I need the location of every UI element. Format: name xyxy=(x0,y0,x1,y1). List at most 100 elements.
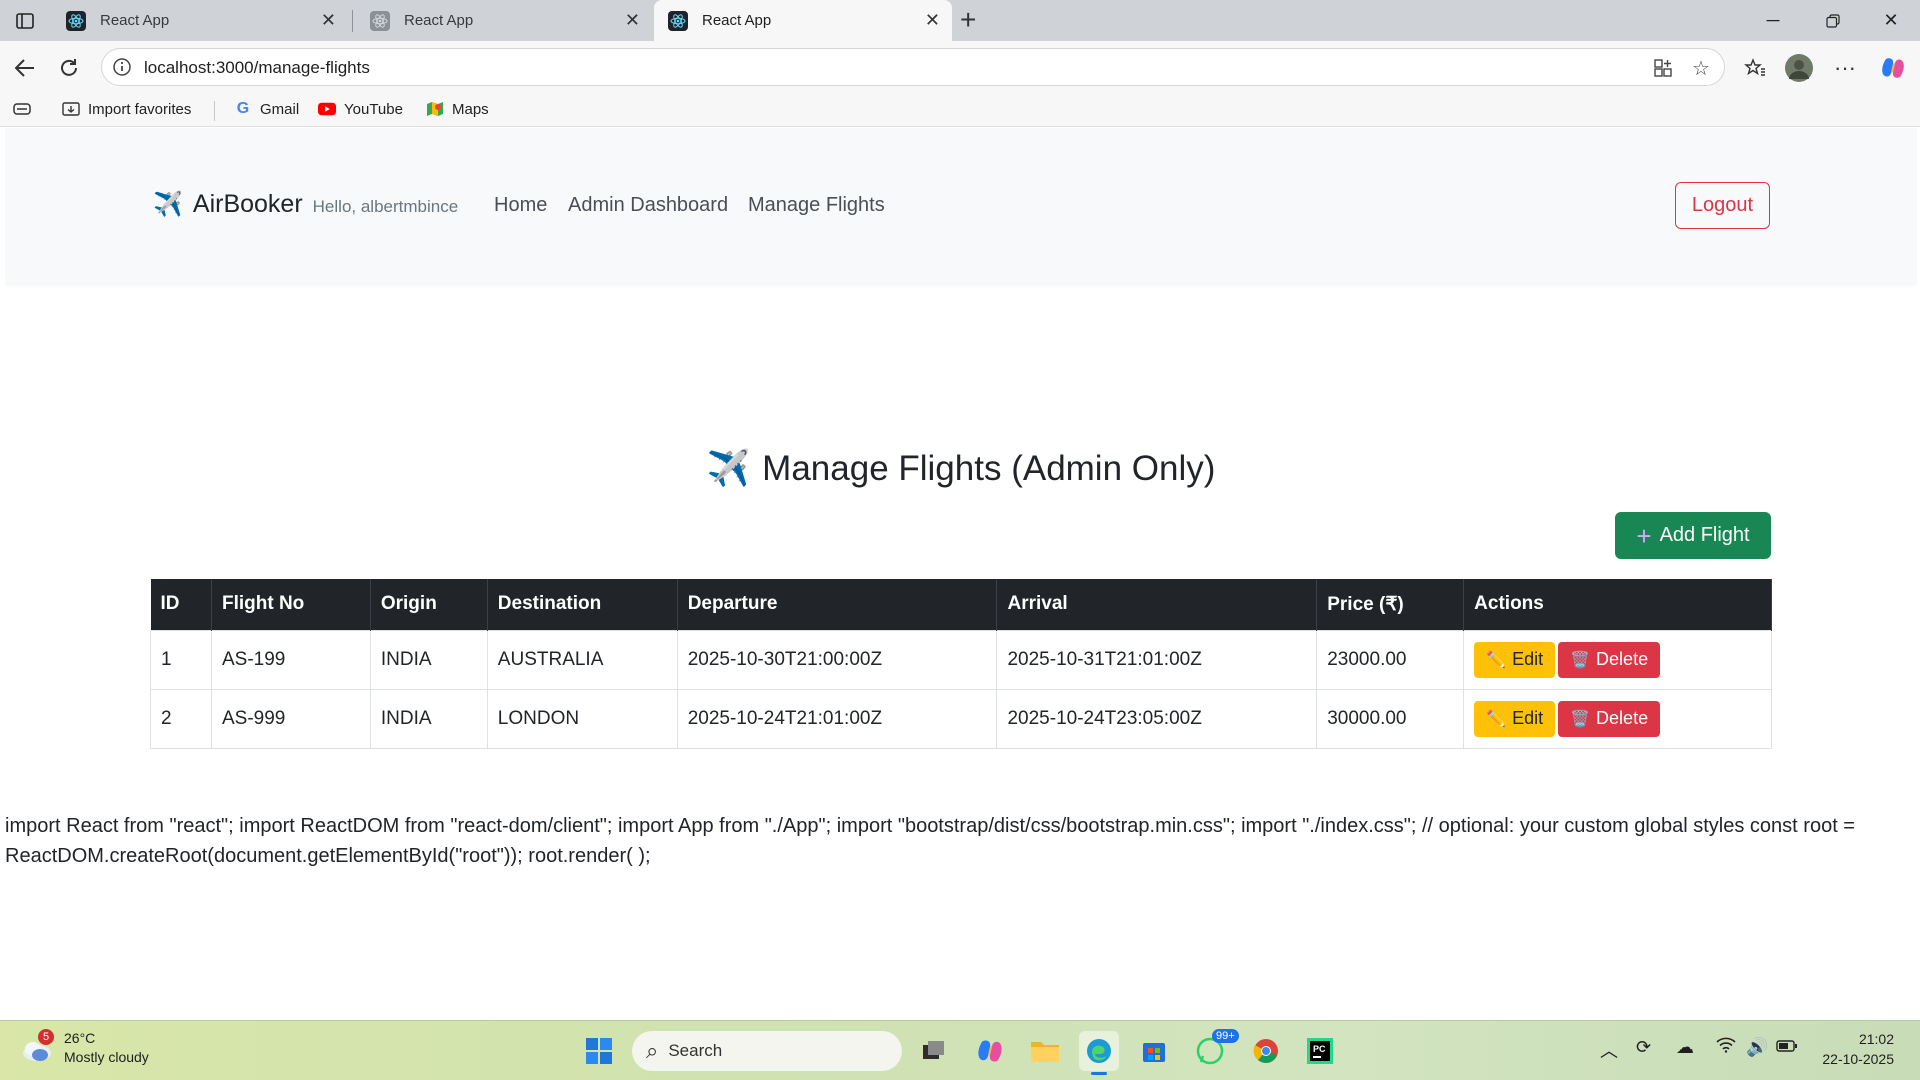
browser-tab-3-active[interactable]: React App ✕ xyxy=(654,0,952,41)
search-label: Search xyxy=(668,1041,723,1060)
nav-link-admin-dashboard[interactable]: Admin Dashboard xyxy=(568,194,728,217)
browser-tab-2[interactable]: React App ✕ xyxy=(356,0,652,41)
clock-date: 22-10-2025 xyxy=(1822,1051,1894,1067)
svg-text:PC: PC xyxy=(1313,1044,1326,1054)
bookmark-label: Gmail xyxy=(260,100,300,118)
chrome-icon[interactable] xyxy=(1246,1031,1286,1071)
page-viewport: ✈️ AirBooker Hello, albertmbince Home Ad… xyxy=(5,128,1917,1016)
delete-button[interactable]: 🗑️ Delete xyxy=(1558,700,1661,737)
youtube-icon xyxy=(318,100,336,118)
cell-flight-no: AS-199 xyxy=(210,629,371,690)
show-hidden-icons-chevron-icon[interactable]: ︿ xyxy=(1600,1037,1618,1063)
brand[interactable]: ✈️ AirBooker Hello, albertmbince xyxy=(153,190,458,219)
bookmark-divider xyxy=(214,101,215,121)
search-icon: ⌕ xyxy=(646,1038,659,1063)
wifi-icon[interactable] xyxy=(1716,1037,1736,1058)
trash-icon: 🗑️ xyxy=(1570,651,1591,669)
new-tab-icon[interactable]: + xyxy=(960,6,976,34)
pycharm-icon[interactable]: PC xyxy=(1300,1031,1340,1071)
sync-icon[interactable]: ⟳ xyxy=(1636,1037,1651,1058)
column-header-price: Price (₹) xyxy=(1316,579,1465,630)
add-flight-button[interactable]: + Add Flight xyxy=(1615,512,1771,559)
browser-tabstrip: React App ✕ React App ✕ React App ✕ + ─ … xyxy=(0,0,1920,41)
restore-icon[interactable] xyxy=(1804,0,1862,41)
edit-button[interactable]: ✏️ Edit xyxy=(1474,641,1556,678)
copilot-taskbar-icon[interactable] xyxy=(970,1031,1010,1071)
weather-desc: Mostly cloudy xyxy=(64,1049,149,1065)
edge-icon[interactable] xyxy=(1079,1031,1119,1075)
cell-departure: 2025-10-24T21:01:00Z xyxy=(676,688,998,749)
app-available-icon[interactable] xyxy=(1652,57,1674,79)
back-icon[interactable] xyxy=(10,53,40,83)
google-icon: G xyxy=(236,100,250,117)
tab-divider xyxy=(352,10,353,32)
close-tab-icon[interactable]: ✕ xyxy=(321,11,336,29)
collections-icon[interactable] xyxy=(12,100,32,118)
file-explorer-icon[interactable] xyxy=(1025,1031,1065,1071)
airplane-icon: ✈️ xyxy=(706,449,751,488)
taskbar-search[interactable]: ⌕ Search xyxy=(632,1031,902,1071)
windows-taskbar: 5 26°C Mostly cloudy ⌕ Search 99+ PC ︿ ⟳ xyxy=(0,1020,1920,1080)
weather-alert-badge: 5 xyxy=(38,1029,54,1045)
tab-title: React App xyxy=(100,12,170,29)
tab-title: React App xyxy=(404,12,474,29)
reload-icon[interactable] xyxy=(54,53,84,83)
profile-avatar[interactable] xyxy=(1784,53,1814,83)
page-title: ✈️ Manage Flights (Admin Only) xyxy=(5,448,1917,489)
address-bar[interactable]: localhost:3000/manage-flights ☆ xyxy=(101,48,1725,86)
app-navbar: ✈️ AirBooker Hello, albertmbince Home Ad… xyxy=(5,128,1917,283)
favorites-icon[interactable] xyxy=(1740,53,1770,83)
cell-flight-no: AS-999 xyxy=(210,688,371,749)
battery-icon[interactable] xyxy=(1776,1037,1798,1058)
column-header-actions: Actions xyxy=(1463,579,1772,630)
clock-time: 21:02 xyxy=(1858,1031,1894,1047)
taskbar-clock[interactable]: 21:02 22-10-2025 xyxy=(1810,1029,1894,1069)
logout-button[interactable]: Logout xyxy=(1675,182,1770,229)
cell-price: 23000.00 xyxy=(1316,629,1465,690)
bookmark-import-favorites[interactable]: Import favorites xyxy=(62,100,191,118)
minimize-icon[interactable]: ─ xyxy=(1744,0,1802,41)
cell-departure: 2025-10-30T21:00:00Z xyxy=(676,629,998,690)
cell-origin: INDIA xyxy=(369,688,488,749)
windows-start-icon[interactable] xyxy=(579,1031,619,1071)
onedrive-icon[interactable]: ☁ xyxy=(1676,1037,1694,1058)
more-menu-icon[interactable]: ··· xyxy=(1830,53,1860,83)
react-icon xyxy=(66,10,86,31)
favorite-star-icon[interactable]: ☆ xyxy=(1690,57,1712,80)
close-tab-icon[interactable]: ✕ xyxy=(625,11,640,29)
bookmark-maps[interactable]: Maps xyxy=(426,100,489,118)
cell-actions: ✏️ Edit 🗑️ Delete xyxy=(1463,688,1772,749)
sidebar-toggle-icon[interactable] xyxy=(12,9,38,33)
microsoft-store-icon[interactable] xyxy=(1134,1031,1174,1071)
airplane-icon: ✈️ xyxy=(153,191,183,218)
weather-temp: 26°C xyxy=(64,1030,96,1046)
volume-icon[interactable]: 🔊 xyxy=(1746,1037,1768,1058)
column-header-flight-no: Flight No xyxy=(211,579,371,630)
copilot-icon[interactable] xyxy=(1878,53,1908,83)
nav-link-manage-flights[interactable]: Manage Flights xyxy=(748,194,885,217)
site-info-icon[interactable] xyxy=(112,57,132,77)
edit-label: Edit xyxy=(1512,708,1544,728)
table-header-row: ID Flight No Origin Destination Departur… xyxy=(150,579,1772,630)
import-icon xyxy=(62,100,80,118)
cell-origin: INDIA xyxy=(369,629,488,690)
weather-widget[interactable]: 5 26°C Mostly cloudy xyxy=(20,1029,149,1067)
flights-table: ID Flight No Origin Destination Departur… xyxy=(150,579,1772,749)
bookmark-youtube[interactable]: YouTube xyxy=(318,100,403,118)
user-greeting: Hello, albertmbince xyxy=(312,197,459,216)
nav-link-home[interactable]: Home xyxy=(494,194,547,217)
delete-button[interactable]: 🗑️ Delete xyxy=(1558,641,1661,678)
cell-id: 2 xyxy=(150,688,212,749)
whatsapp-icon[interactable]: 99+ xyxy=(1190,1029,1239,1071)
bookmark-gmail[interactable]: G Gmail xyxy=(234,100,299,118)
close-tab-icon[interactable]: ✕ xyxy=(925,11,940,29)
browser-tab-1[interactable]: React App ✕ xyxy=(52,0,348,41)
cloud-icon: 5 xyxy=(20,1029,54,1063)
notification-badge: 99+ xyxy=(1212,1029,1239,1043)
tab-title: React App xyxy=(702,12,772,29)
plus-icon: + xyxy=(1636,520,1652,551)
edit-button[interactable]: ✏️ Edit xyxy=(1474,700,1556,737)
task-view-icon[interactable] xyxy=(914,1031,954,1071)
table-row: 1 AS-199 INDIA AUSTRALIA 2025-10-30T21:0… xyxy=(150,629,1772,690)
close-window-icon[interactable]: ✕ xyxy=(1862,0,1920,41)
